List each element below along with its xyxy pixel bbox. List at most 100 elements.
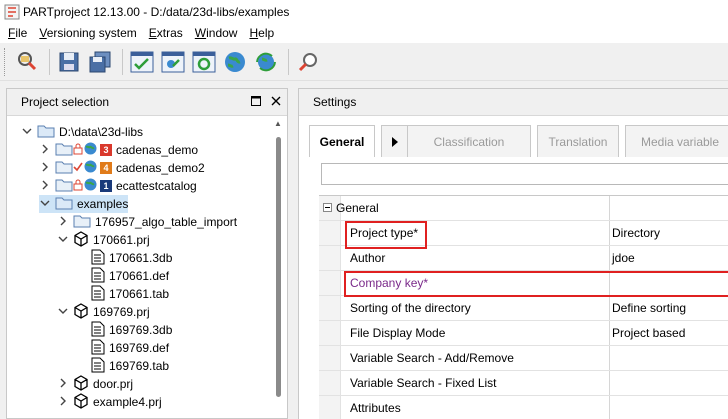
chevron-down-icon[interactable] xyxy=(57,306,69,318)
tree-item[interactable]: example4.prj xyxy=(57,392,162,412)
folder-icon xyxy=(55,142,73,159)
tree-item[interactable]: 169769.def xyxy=(75,339,169,357)
lock-icon xyxy=(73,143,83,158)
tab-label: General xyxy=(319,134,365,149)
chevron-right-icon[interactable] xyxy=(57,216,69,229)
project-cube-icon xyxy=(73,392,89,412)
check-project-icon[interactable] xyxy=(159,48,187,76)
tab-label: Classification xyxy=(433,134,505,149)
chevron-down-icon[interactable] xyxy=(57,234,69,246)
chevron-down-icon[interactable] xyxy=(39,198,51,210)
project-selection-panel: Project selection D:\data\23d-libs 3 caden… xyxy=(6,88,288,419)
toolbar xyxy=(0,43,728,81)
menu-label-rest: ersioning system xyxy=(46,26,137,40)
tree-item[interactable]: 170661.3db xyxy=(75,249,172,267)
project-selection-header: Project selection xyxy=(7,89,287,116)
tree-item-label: door.prj xyxy=(93,377,134,391)
setting-name: Sorting of the directory xyxy=(350,301,471,315)
chevron-right-icon[interactable] xyxy=(57,378,69,391)
tree-item[interactable]: 4 cadenas_demo2 xyxy=(39,159,205,177)
menu-accelerator: E xyxy=(148,26,157,40)
tree-item[interactable]: 170661.prj xyxy=(57,230,150,249)
settings-panel: Settings General Classification Translat… xyxy=(298,88,728,419)
tree-item[interactable]: 3 cadenas_demo xyxy=(39,141,198,159)
company-key-highlight xyxy=(344,271,728,297)
setting-name: File Display Mode xyxy=(350,326,446,340)
tree-item[interactable]: examples xyxy=(39,195,129,213)
globe-icon[interactable] xyxy=(221,48,249,76)
group-label: General xyxy=(336,201,379,215)
settings-row[interactable]: Variable Search - Add/Remove xyxy=(319,346,728,371)
save-icon[interactable] xyxy=(55,48,83,76)
tree-item[interactable]: 170661.def xyxy=(75,267,169,285)
tab-classification[interactable]: Classification xyxy=(407,125,531,157)
toolbar-separator xyxy=(122,48,123,75)
menu-file[interactable]: File xyxy=(2,26,33,40)
tree-item[interactable]: 170661.tab xyxy=(75,285,169,303)
menu-versioning-system[interactable]: Versioning system xyxy=(33,26,142,40)
tree-scrollbar[interactable]: ▲ xyxy=(273,119,285,414)
menu-label-rest: ile xyxy=(15,26,28,40)
chevron-down-icon[interactable] xyxy=(21,126,33,138)
tab-media-variable[interactable]: Media variable xyxy=(625,125,728,157)
grid-group-general[interactable]: General xyxy=(319,196,728,221)
tree-item[interactable]: door.prj xyxy=(57,374,134,394)
chevron-right-icon[interactable] xyxy=(39,144,51,157)
settings-row[interactable]: Variable Search - Fixed List xyxy=(319,371,728,396)
maximize-icon[interactable] xyxy=(251,95,261,109)
tree-item-label: 169769.3db xyxy=(109,323,173,337)
tree-item[interactable]: 169769.prj xyxy=(57,302,150,322)
tree-item[interactable]: 169769.tab xyxy=(75,357,169,375)
search-tool-icon[interactable] xyxy=(294,48,322,76)
setting-value[interactable]: jdoe xyxy=(612,251,635,265)
tab-label: Media variable xyxy=(640,134,720,149)
collapse-icon[interactable] xyxy=(323,201,332,215)
toolbar-grip[interactable] xyxy=(4,47,7,76)
tree-item[interactable]: 169769.3db xyxy=(75,321,172,339)
title-bar: PARTproject 12.13.00 - D:/data/23d-libs/… xyxy=(0,0,728,23)
settings-tabbar: General Classification Translation Media… xyxy=(309,125,728,157)
menu-extras[interactable]: Extras xyxy=(143,26,189,40)
settings-row[interactable]: Attributes xyxy=(319,396,728,419)
file-icon xyxy=(91,321,105,340)
settings-title: Settings xyxy=(313,95,357,109)
tree-item[interactable]: 1 ecattestcatalog xyxy=(39,177,197,195)
setting-value[interactable]: Directory xyxy=(612,226,660,240)
tree-item-label: cadenas_demo2 xyxy=(116,161,205,175)
play-icon xyxy=(391,136,398,147)
toolbar-separator xyxy=(288,48,289,75)
tab-general[interactable]: General xyxy=(309,125,375,157)
tab-translation[interactable]: Translation xyxy=(537,125,619,157)
settings-row[interactable]: Author jdoe xyxy=(319,246,728,271)
setting-name: Attributes xyxy=(350,401,401,415)
settings-row[interactable]: Sorting of the directory Define sorting xyxy=(319,296,728,321)
check-all-icon[interactable] xyxy=(190,48,218,76)
settings-row[interactable]: File Display Mode Project based xyxy=(319,321,728,346)
catalog-badge: 4 xyxy=(100,162,112,174)
tree-item[interactable]: D:\data\23d-libs xyxy=(21,123,143,141)
project-cube-icon xyxy=(73,302,89,322)
setting-name: Variable Search - Add/Remove xyxy=(350,351,514,365)
save-all-icon[interactable] xyxy=(86,48,114,76)
tree-item-label: 169769.tab xyxy=(109,359,170,373)
project-cube-icon xyxy=(73,374,89,394)
app-icon xyxy=(4,4,20,20)
tree-item[interactable]: 176957_algo_table_import xyxy=(57,213,237,231)
menu-window[interactable]: Window xyxy=(189,26,244,40)
tab-scroll-arrow[interactable] xyxy=(381,125,407,157)
search-catalog-icon[interactable] xyxy=(13,48,41,76)
scrollbar-thumb[interactable] xyxy=(276,137,281,397)
menu-help[interactable]: Help xyxy=(243,26,280,40)
filter-input[interactable] xyxy=(321,163,728,185)
chevron-right-icon[interactable] xyxy=(39,180,51,193)
close-icon[interactable] xyxy=(271,95,281,109)
chevron-right-icon[interactable] xyxy=(57,396,69,409)
globe-refresh-icon[interactable] xyxy=(252,48,280,76)
setting-value[interactable]: Project based xyxy=(612,326,685,340)
scroll-up-icon[interactable]: ▲ xyxy=(274,119,282,128)
tree-item-label: cadenas_demo xyxy=(116,143,199,157)
setting-value[interactable]: Define sorting xyxy=(612,301,686,315)
chevron-right-icon[interactable] xyxy=(39,162,51,175)
check-catalog-icon[interactable] xyxy=(128,48,156,76)
globe-icon xyxy=(84,178,97,194)
